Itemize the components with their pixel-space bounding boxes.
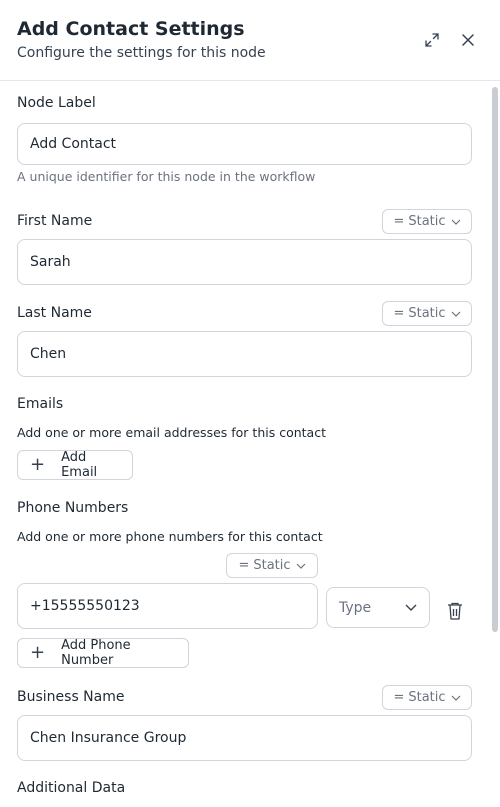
plus-icon: + <box>30 642 46 663</box>
phone-type-placeholder: Type <box>339 599 372 616</box>
emails-help: Add one or more email addresses for this… <box>17 425 326 440</box>
close-button[interactable] <box>457 29 479 51</box>
trash-icon[interactable] <box>446 601 464 621</box>
add-phone-number-label: Add Phone Number <box>61 638 131 668</box>
expand-button[interactable] <box>421 29 443 51</box>
chevron-down-icon <box>405 604 417 611</box>
phone-mode-label: Static <box>253 558 291 573</box>
phone-mode-select[interactable]: = Static <box>226 553 318 578</box>
business-name-label: Business Name <box>17 689 125 705</box>
first-name-input[interactable]: Sarah <box>17 239 472 285</box>
add-email-button[interactable]: + Add Email <box>17 450 133 480</box>
close-icon <box>462 34 474 46</box>
panel-title: Add Contact Settings <box>17 18 245 40</box>
phones-label: Phone Numbers <box>17 500 129 516</box>
phone-type-select[interactable]: Type <box>326 587 430 628</box>
last-name-label: Last Name <box>17 305 92 321</box>
phone-number-value: +15555550123 <box>30 598 140 614</box>
chevron-down-icon <box>451 219 460 225</box>
add-email-label: Add Email <box>61 450 98 480</box>
plus-icon: + <box>30 454 46 475</box>
equals-icon: = <box>393 306 404 321</box>
equals-icon: = <box>393 214 404 229</box>
node-label-label: Node Label <box>17 95 96 111</box>
first-name-label: First Name <box>17 213 93 229</box>
node-label-input[interactable]: Add Contact <box>17 123 472 165</box>
chevron-down-icon <box>451 695 460 701</box>
expand-icon <box>425 33 439 47</box>
last-name-input[interactable]: Chen <box>17 331 472 377</box>
node-label-value: Add Contact <box>30 136 117 152</box>
last-name-mode-select[interactable]: = Static <box>382 301 472 326</box>
first-name-mode-label: Static <box>408 214 446 229</box>
equals-icon: = <box>393 690 404 705</box>
last-name-mode-label: Static <box>408 306 446 321</box>
additional-data-label: Additional Data <box>17 780 126 796</box>
business-name-input[interactable]: Chen Insurance Group <box>17 715 472 761</box>
panel-subtitle: Configure the settings for this node <box>17 45 266 61</box>
first-name-value: Sarah <box>30 254 71 270</box>
panel-header: Add Contact Settings Configure the setti… <box>0 0 500 81</box>
business-name-mode-select[interactable]: = Static <box>382 685 472 710</box>
phones-help: Add one or more phone numbers for this c… <box>17 529 323 544</box>
equals-icon: = <box>238 558 249 573</box>
add-phone-number-button[interactable]: + Add Phone Number <box>17 638 189 668</box>
node-label-help: A unique identifier for this node in the… <box>17 169 316 184</box>
emails-label: Emails <box>17 396 64 412</box>
chevron-down-icon <box>451 311 460 317</box>
business-name-value: Chen Insurance Group <box>30 730 187 746</box>
first-name-mode-select[interactable]: = Static <box>382 209 472 234</box>
scrollbar[interactable] <box>492 87 498 632</box>
phone-number-input[interactable]: +15555550123 <box>17 583 318 629</box>
chevron-down-icon <box>296 563 305 569</box>
business-name-mode-label: Static <box>408 690 446 705</box>
last-name-value: Chen <box>30 346 67 362</box>
